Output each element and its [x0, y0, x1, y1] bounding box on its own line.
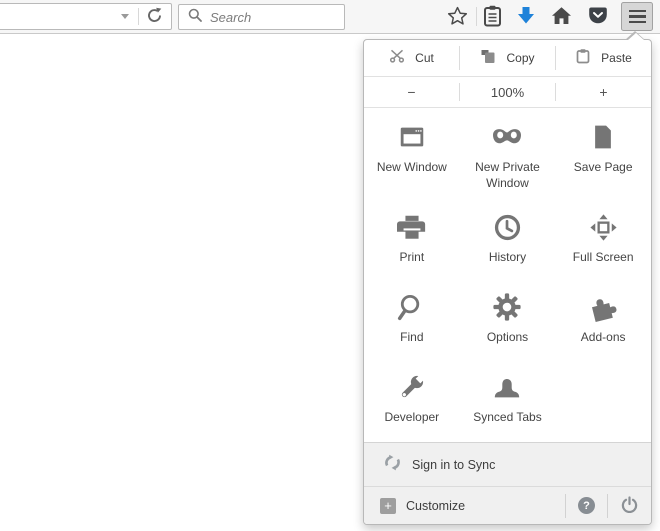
search-icon	[188, 8, 202, 27]
zoom-controls-row: − 100% +	[364, 77, 651, 107]
copy-icon	[480, 48, 496, 69]
reading-list-icon	[483, 5, 502, 30]
gear-icon	[491, 291, 523, 323]
toolbar-divider	[476, 7, 477, 26]
urlbar-history-dropdown-button[interactable]	[112, 4, 138, 29]
reload-icon	[146, 7, 163, 27]
sign-in-to-sync-button[interactable]: Sign in to Sync	[364, 443, 651, 486]
zoom-level[interactable]: 100%	[460, 77, 555, 107]
clock-icon	[491, 211, 523, 243]
synced-tabs-icon	[491, 371, 523, 403]
magnifier-icon	[396, 291, 428, 323]
search-bar[interactable]: Search	[178, 4, 345, 30]
mask-icon	[491, 121, 523, 153]
chevron-down-icon	[121, 14, 129, 19]
puzzle-icon	[587, 291, 619, 323]
customize-button[interactable]: Customize	[406, 499, 565, 513]
wrench-icon	[396, 371, 428, 403]
menu-item-synced-tabs[interactable]: Synced Tabs	[460, 358, 556, 442]
download-arrow-icon	[517, 6, 535, 28]
menu-item-full-screen[interactable]: Full Screen	[555, 198, 651, 278]
menu-item-options[interactable]: Options	[460, 278, 556, 358]
home-icon	[551, 6, 572, 28]
paste-label: Paste	[601, 51, 632, 65]
menu-button[interactable]	[621, 2, 653, 31]
power-icon	[621, 496, 638, 516]
menu-item-new-window[interactable]: New Window	[364, 108, 460, 198]
save-page-icon	[587, 121, 619, 153]
zoom-out-button[interactable]: −	[364, 77, 459, 107]
help-icon: ?	[578, 497, 595, 514]
reload-button[interactable]	[139, 4, 169, 29]
menu-item-save-page[interactable]: Save Page	[555, 108, 651, 198]
paste-button[interactable]: Paste	[556, 40, 651, 76]
search-placeholder: Search	[210, 10, 251, 25]
hamburger-icon	[629, 10, 646, 13]
sign-in-label: Sign in to Sync	[412, 458, 495, 472]
customize-row: + Customize ?	[364, 486, 651, 524]
quit-button[interactable]	[608, 487, 651, 524]
copy-button[interactable]: Copy	[460, 40, 555, 76]
help-button[interactable]: ?	[566, 487, 607, 524]
menu-item-add-ons[interactable]: Add-ons	[555, 278, 651, 358]
cut-label: Cut	[415, 51, 434, 65]
home-button[interactable]	[548, 4, 575, 30]
scissors-icon	[389, 48, 405, 69]
reading-list-button[interactable]	[479, 4, 506, 30]
star-icon	[447, 6, 468, 29]
pocket-button[interactable]	[584, 4, 611, 30]
url-bar[interactable]	[0, 3, 172, 30]
menu-grid-empty-slot	[555, 358, 651, 442]
menu-item-new-private-window[interactable]: New Private Window	[460, 108, 556, 198]
menu-item-find[interactable]: Find	[364, 278, 460, 358]
navigation-toolbar: Search	[0, 0, 660, 34]
pocket-icon	[588, 6, 608, 28]
paste-icon	[575, 48, 591, 69]
menu-item-developer[interactable]: Developer	[364, 358, 460, 442]
edit-controls-row: Cut Copy Paste	[364, 40, 651, 76]
full-screen-icon	[587, 211, 619, 243]
printer-icon	[396, 211, 428, 243]
menu-item-history[interactable]: History	[460, 198, 556, 278]
menu-grid: New Window New Private Window Save Page …	[364, 108, 651, 442]
menu-item-print[interactable]: Print	[364, 198, 460, 278]
customize-plus-icon: +	[380, 498, 396, 514]
bookmark-star-button[interactable]	[444, 4, 471, 30]
downloads-button[interactable]	[512, 4, 539, 30]
cut-button[interactable]: Cut	[364, 40, 459, 76]
sync-icon	[384, 454, 401, 476]
zoom-in-button[interactable]: +	[556, 77, 651, 107]
panel-footer: Sign in to Sync + Customize ?	[364, 442, 651, 524]
copy-label: Copy	[506, 51, 534, 65]
app-menu-panel: Cut Copy Paste − 100% +	[363, 39, 652, 525]
new-window-icon	[396, 121, 428, 153]
